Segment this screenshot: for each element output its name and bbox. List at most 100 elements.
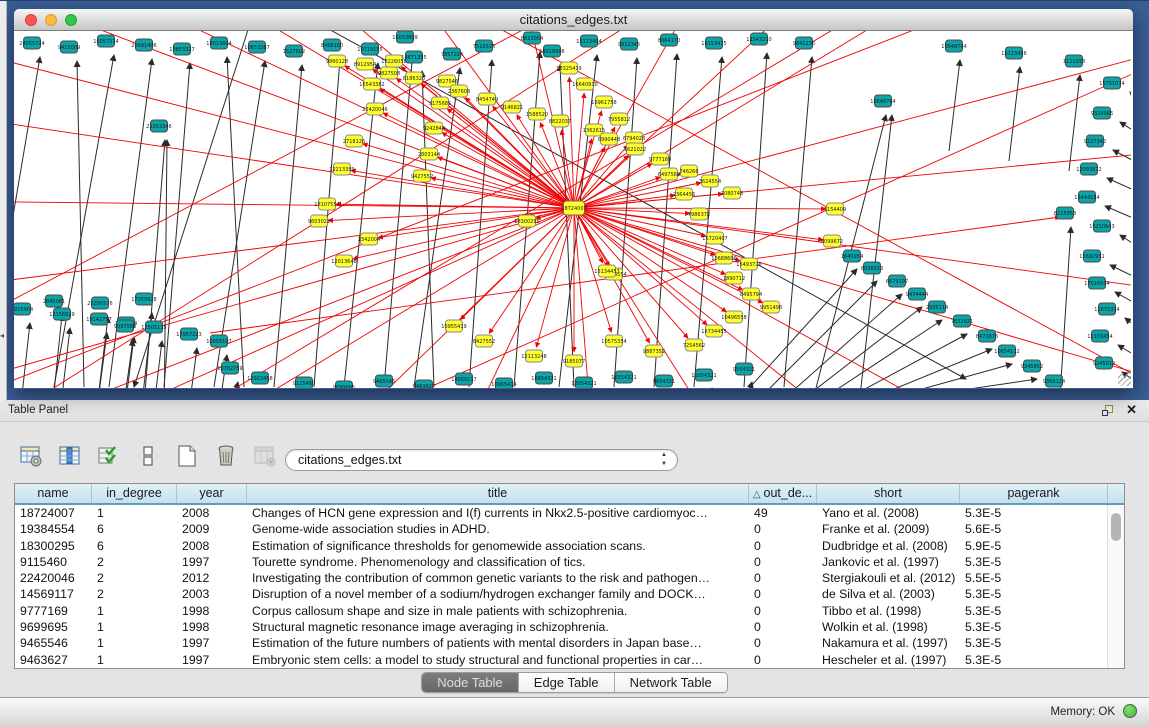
table-cell[interactable]: Estimation of significance thresholds fo… <box>247 538 749 554</box>
table-cell[interactable]: 5.3E-5 <box>960 652 1108 668</box>
table-cell[interactable]: 5.3E-5 <box>960 586 1108 602</box>
collapse-left-icon[interactable]: ◂ <box>0 331 4 340</box>
table-cell[interactable]: Wolkin et al. (1998) <box>817 619 960 635</box>
table-cell[interactable]: Corpus callosum shape and size in male p… <box>247 603 749 619</box>
table-row[interactable]: 1938455462009Genome-wide association stu… <box>15 521 1124 537</box>
table-cell[interactable]: 18724007 <box>15 505 92 521</box>
table-cell[interactable]: Investigating the contribution of common… <box>247 570 749 586</box>
table-cell[interactable]: Dudbridge et al. (2008) <box>817 538 960 554</box>
table-row[interactable]: 911546021997Tourette syndrome. Phenomeno… <box>15 554 1124 570</box>
table-cell[interactable]: 5.3E-5 <box>960 635 1108 651</box>
table-cell[interactable]: 0 <box>749 586 817 602</box>
table-cell[interactable]: Genome-wide association studies in ADHD. <box>247 521 749 537</box>
table-cell[interactable]: Nakamura et al. (1997) <box>817 635 960 651</box>
table-row[interactable]: 946362711997Embryonic stem cells: a mode… <box>15 652 1124 668</box>
table-row[interactable]: 2242004622012Investigating the contribut… <box>15 570 1124 586</box>
new-table-button[interactable] <box>174 443 200 469</box>
network-svg[interactable]: 2405572494150091605731420691406108533271… <box>14 31 1131 388</box>
tab-network-table[interactable]: Network Table <box>615 673 727 692</box>
row-height-button[interactable] <box>135 443 161 469</box>
table-cell[interactable]: de Silva et al. (2003) <box>817 586 960 602</box>
table-cell[interactable]: 1 <box>92 652 177 668</box>
table-body[interactable]: 1872400712008Changes of HCN gene express… <box>15 505 1124 668</box>
table-cell[interactable]: 2 <box>92 554 177 570</box>
table-cell[interactable]: 22420046 <box>15 570 92 586</box>
table-selector-dropdown[interactable]: citations_edges.txt ▲ ▼ <box>285 449 678 471</box>
table-cell[interactable]: 1 <box>92 619 177 635</box>
table-cell[interactable]: 1997 <box>177 652 247 668</box>
table-row[interactable]: 1872400712008Changes of HCN gene express… <box>15 505 1124 521</box>
table-cell[interactable]: 2 <box>92 570 177 586</box>
column-header[interactable]: title <box>247 484 749 503</box>
table-cell[interactable]: 1 <box>92 635 177 651</box>
table-cell[interactable]: 5.9E-5 <box>960 538 1108 554</box>
select-rows-button[interactable] <box>96 443 122 469</box>
table-cell[interactable]: Changes of HCN gene expression and I(f) … <box>247 505 749 521</box>
table-cell[interactable]: Structural magnetic resonance image aver… <box>247 619 749 635</box>
table-cell[interactable]: Jankovic et al. (1997) <box>817 554 960 570</box>
table-header-row[interactable]: namein_degreeyeartitle△out_de...shortpag… <box>15 484 1124 505</box>
table-row[interactable]: 1830029562008Estimation of significance … <box>15 538 1124 554</box>
delete-rows-button[interactable] <box>213 443 239 469</box>
table-cell[interactable]: 0 <box>749 538 817 554</box>
select-column-button[interactable] <box>57 443 83 469</box>
table-row[interactable]: 946554611997Estimation of the future num… <box>15 635 1124 651</box>
column-header[interactable]: short <box>817 484 960 503</box>
table-cell[interactable]: 14569117 <box>15 586 92 602</box>
table-cell[interactable]: 6 <box>92 538 177 554</box>
table-cell[interactable]: 1 <box>92 603 177 619</box>
table-cell[interactable]: 5.3E-5 <box>960 619 1108 635</box>
table-cell[interactable]: Hescheler et al. (1997) <box>817 652 960 668</box>
table-cell[interactable]: 9777169 <box>15 603 92 619</box>
table-row[interactable]: 1456911722003Disruption of a novel membe… <box>15 586 1124 602</box>
close-panel-icon[interactable]: ✕ <box>1126 402 1137 418</box>
table-cell[interactable]: 9465546 <box>15 635 92 651</box>
panel-collapse-strip[interactable]: ◂ <box>0 1 7 401</box>
table-cell[interactable]: 1998 <box>177 603 247 619</box>
table-cell[interactable]: 2012 <box>177 570 247 586</box>
float-window-icon[interactable] <box>1101 404 1115 418</box>
table-cell[interactable]: 0 <box>749 603 817 619</box>
table-cell[interactable]: 2003 <box>177 586 247 602</box>
table-cell[interactable]: 0 <box>749 619 817 635</box>
table-cell[interactable]: 2008 <box>177 538 247 554</box>
table-cell[interactable]: 2009 <box>177 521 247 537</box>
table-cell[interactable]: 9463627 <box>15 652 92 668</box>
dropdown-stepper-icon[interactable]: ▲ ▼ <box>661 451 667 469</box>
table-cell[interactable]: 0 <box>749 635 817 651</box>
table-cell[interactable]: 2008 <box>177 505 247 521</box>
table-cell[interactable]: Embryonic stem cells: a model to study s… <box>247 652 749 668</box>
table-cell[interactable]: Disruption of a novel member of a sodium… <box>247 586 749 602</box>
table-cell[interactable]: 5.3E-5 <box>960 603 1108 619</box>
table-cell[interactable]: Tibbo et al. (1998) <box>817 603 960 619</box>
table-cell[interactable]: 1998 <box>177 619 247 635</box>
table-cell[interactable]: Tourette syndrome. Phenomenology and cla… <box>247 554 749 570</box>
table-cell[interactable]: 2 <box>92 586 177 602</box>
column-header[interactable]: year <box>177 484 247 503</box>
column-header[interactable]: name <box>15 484 92 503</box>
table-cell[interactable]: 5.6E-5 <box>960 521 1108 537</box>
table-cell[interactable]: 0 <box>749 554 817 570</box>
table-cell[interactable]: Franke et al. (2009) <box>817 521 960 537</box>
table-cell[interactable]: 1997 <box>177 635 247 651</box>
table-cell[interactable]: 49 <box>749 505 817 521</box>
network-window-titlebar[interactable]: citations_edges.txt <box>14 9 1133 31</box>
network-canvas[interactable]: 2405572494150091605731420691406108533271… <box>14 31 1133 388</box>
table-cell[interactable]: 0 <box>749 521 817 537</box>
table-cell[interactable]: 5.3E-5 <box>960 505 1108 521</box>
column-header[interactable]: △out_de... <box>749 484 817 503</box>
table-cell[interactable]: 0 <box>749 570 817 586</box>
table-cell[interactable]: 9699695 <box>15 619 92 635</box>
table-cell[interactable]: 6 <box>92 521 177 537</box>
tab-edge-table[interactable]: Edge Table <box>519 673 615 692</box>
table-cell[interactable]: 18300295 <box>15 538 92 554</box>
scrollbar-thumb[interactable] <box>1111 513 1121 541</box>
table-cell[interactable]: Estimation of the future numbers of pati… <box>247 635 749 651</box>
table-cell[interactable]: 9115460 <box>15 554 92 570</box>
table-row[interactable]: 969969511998Structural magnetic resonanc… <box>15 619 1124 635</box>
table-row[interactable]: 977716911998Corpus callosum shape and si… <box>15 603 1124 619</box>
table-cell[interactable]: 1997 <box>177 554 247 570</box>
table-cell[interactable]: 1 <box>92 505 177 521</box>
window-resize-grip[interactable] <box>1118 373 1131 386</box>
table-cell[interactable]: 5.5E-5 <box>960 570 1108 586</box>
